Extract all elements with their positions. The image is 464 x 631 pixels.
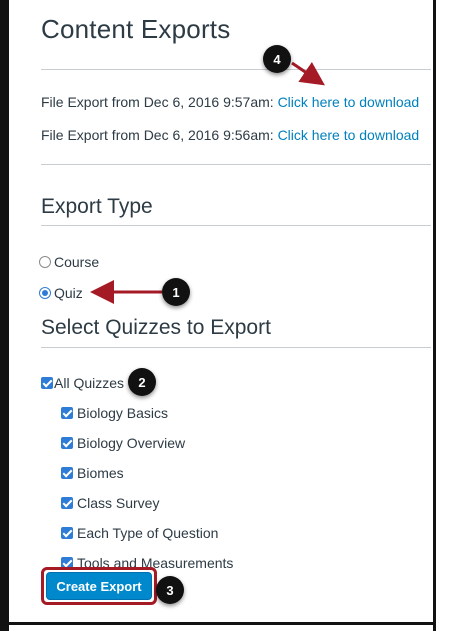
divider bbox=[41, 225, 431, 226]
divider bbox=[41, 347, 431, 348]
frame-border-right bbox=[433, 0, 436, 631]
export-type-heading: Export Type bbox=[41, 195, 153, 218]
quiz-item[interactable]: Biology Basics bbox=[61, 405, 168, 421]
frame-border-bottom bbox=[0, 622, 436, 625]
radio-course[interactable]: Course bbox=[39, 254, 99, 270]
checkbox[interactable] bbox=[61, 527, 73, 539]
checkbox[interactable] bbox=[61, 467, 73, 479]
quiz-item-label: Class Survey bbox=[77, 495, 160, 511]
callout-3: 3 bbox=[156, 576, 184, 604]
create-export-highlight: Create Export bbox=[41, 567, 157, 605]
checkbox[interactable] bbox=[61, 437, 73, 449]
quiz-item[interactable]: Each Type of Question bbox=[61, 525, 218, 541]
checkbox[interactable] bbox=[41, 377, 53, 389]
checkbox-label: All Quizzes bbox=[54, 375, 125, 391]
radio-button-selected[interactable] bbox=[39, 287, 51, 299]
radio-label: Quiz bbox=[54, 285, 83, 301]
quiz-item-label: Each Type of Question bbox=[77, 525, 219, 541]
export-row: File Export from Dec 6, 2016 9:57am: Cli… bbox=[41, 94, 419, 110]
radio-label: Course bbox=[54, 254, 100, 270]
quiz-item[interactable]: Biomes bbox=[61, 465, 124, 481]
select-quizzes-heading: Select Quizzes to Export bbox=[41, 316, 271, 339]
quiz-item-label: Biology Overview bbox=[77, 435, 186, 451]
quiz-item[interactable]: Biology Overview bbox=[61, 435, 185, 451]
divider bbox=[41, 69, 431, 70]
export-row: File Export from Dec 6, 2016 9:56am: Cli… bbox=[41, 127, 419, 143]
page-title: Content Exports bbox=[41, 14, 231, 44]
callout-4: 4 bbox=[263, 45, 291, 73]
frame-border-left bbox=[0, 0, 9, 631]
quiz-item-label: Biology Basics bbox=[77, 405, 169, 421]
checkbox[interactable] bbox=[61, 407, 73, 419]
download-link[interactable]: Click here to download bbox=[278, 94, 420, 110]
create-export-button[interactable]: Create Export bbox=[46, 572, 152, 600]
checkbox[interactable] bbox=[61, 497, 73, 509]
export-label: File Export from Dec 6, 2016 9:57am: bbox=[41, 94, 278, 110]
radio-button[interactable] bbox=[39, 256, 51, 268]
callout-1: 1 bbox=[162, 278, 190, 306]
divider bbox=[41, 164, 431, 165]
checkbox-all-quizzes[interactable]: All Quizzes bbox=[41, 375, 124, 391]
export-label: File Export from Dec 6, 2016 9:56am: bbox=[41, 127, 278, 143]
callout-2: 2 bbox=[128, 368, 156, 396]
radio-quiz[interactable]: Quiz bbox=[39, 285, 83, 301]
download-link[interactable]: Click here to download bbox=[278, 127, 420, 143]
quiz-item[interactable]: Class Survey bbox=[61, 495, 159, 511]
quiz-item-label: Biomes bbox=[77, 465, 124, 481]
